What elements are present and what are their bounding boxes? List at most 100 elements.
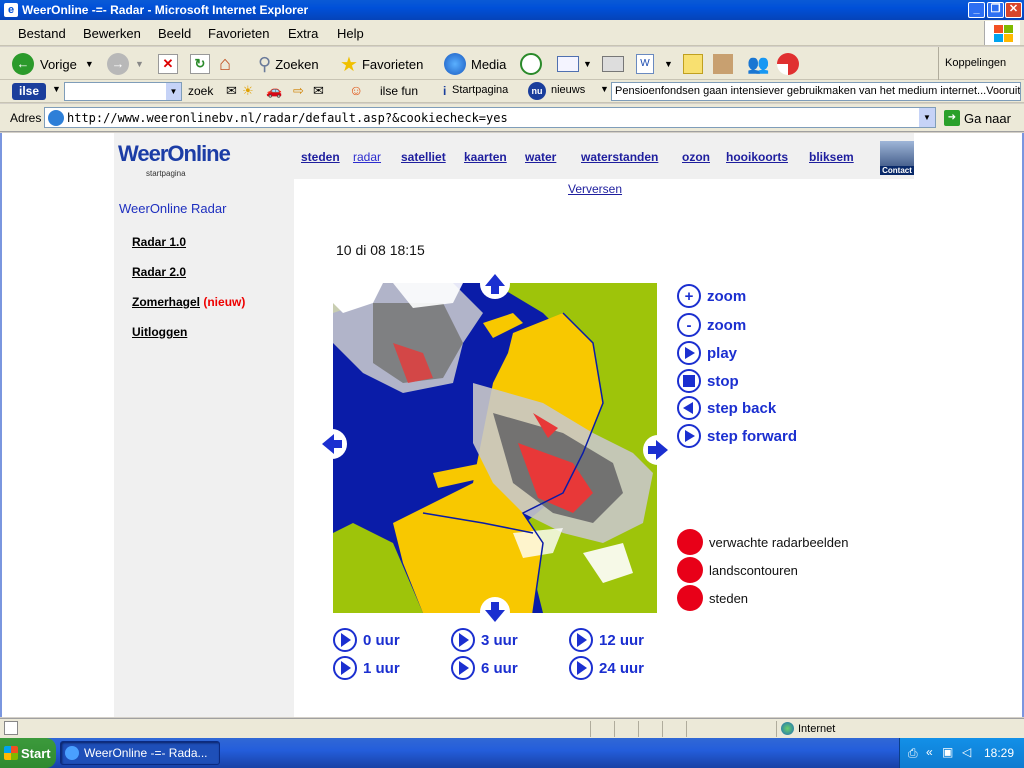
weeronline-page: WeerOnline startpagina WeerOnline Radar … [114, 133, 914, 717]
start-button[interactable]: Start [0, 738, 56, 768]
volume-icon[interactable]: ◁ [962, 745, 971, 759]
ilse-search-input[interactable]: ▼ [64, 82, 182, 101]
news-link[interactable]: nieuws [551, 84, 585, 96]
ilse-fun-link[interactable]: ilse fun [380, 84, 418, 98]
word-icon: W [636, 54, 654, 74]
nav-hooikoorts[interactable]: hooikoorts [726, 150, 788, 164]
home-button[interactable]: ⌂ [219, 51, 243, 77]
network-icon[interactable]: ▣ [942, 745, 953, 759]
taskbar-item-ie[interactable]: WeerOnline -=- Rada... [60, 741, 220, 765]
weeronline-logo[interactable]: WeerOnline startpagina [118, 141, 258, 181]
address-input[interactable]: http://www.weeronlinebv.nl/radar/default… [44, 107, 936, 128]
map-pan-down-button[interactable] [480, 597, 510, 627]
minimize-button[interactable]: _ [968, 2, 985, 18]
search-icon: ⚲ [258, 53, 272, 74]
links-toolbar[interactable]: Koppelingen [938, 47, 1024, 80]
nav-steden[interactable]: steden [301, 150, 340, 164]
extra-button[interactable] [777, 51, 799, 77]
play-icon [677, 341, 701, 365]
mail-button[interactable]: ▼ [557, 51, 592, 77]
stop-button[interactable]: ✕ [158, 51, 178, 77]
history-button[interactable] [520, 51, 542, 77]
map-pan-up-button[interactable] [480, 269, 510, 299]
nav-waterstanden[interactable]: waterstanden [581, 150, 658, 164]
sidebar-item-radar-2[interactable]: Radar 2.0 [132, 265, 186, 279]
stop-animation-button[interactable]: stop [677, 369, 739, 393]
favorites-button[interactable]: ★ Favorieten [340, 51, 423, 77]
play-button[interactable]: play [677, 341, 737, 365]
startpagina-link[interactable]: Startpagina [452, 84, 508, 96]
menu-beeld[interactable]: Beeld [158, 26, 191, 41]
menu-bestand[interactable]: Bestand [18, 26, 66, 41]
toggle-cities[interactable]: steden [677, 585, 748, 611]
radar-map[interactable] [333, 283, 657, 613]
menu-extra[interactable]: Extra [288, 26, 318, 41]
step-forward-button[interactable]: step forward [677, 424, 797, 448]
chevron-left-icon[interactable]: « [926, 745, 933, 759]
ilse-logo[interactable]: ilse [12, 83, 46, 100]
maximize-button[interactable]: ❐ [987, 2, 1004, 18]
hour-3-button[interactable]: 3 uur [451, 628, 518, 652]
zoom-in-button[interactable]: + zoom [677, 284, 746, 308]
media-button[interactable]: Media [444, 51, 506, 77]
hour-6-button[interactable]: 6 uur [451, 656, 518, 680]
hour-1-button[interactable]: 1 uur [333, 656, 400, 680]
forward-arrow-icon: → [107, 53, 129, 75]
envelope-icon[interactable]: ✉ [313, 83, 324, 99]
chevron-down-icon[interactable]: ▼ [600, 84, 609, 94]
messenger-button[interactable]: 👥 [747, 51, 769, 77]
go-button[interactable]: ➜ Ga naar [944, 110, 1011, 126]
toggle-country-outlines[interactable]: landscontouren [677, 557, 798, 583]
nav-radar[interactable]: radar [353, 150, 381, 164]
zoom-out-button[interactable]: - zoom [677, 313, 746, 337]
sidebar-item-uitloggen[interactable]: Uitloggen [132, 325, 187, 339]
step-back-button[interactable]: step back [677, 396, 776, 420]
refresh-button[interactable]: ↻ [190, 51, 210, 77]
red-dot-icon [677, 585, 703, 611]
nav-bliksem[interactable]: bliksem [809, 150, 854, 164]
weather-icon[interactable]: ☀ [242, 83, 254, 99]
nav-kaarten[interactable]: kaarten [464, 150, 507, 164]
search-button[interactable]: ⚲ Zoeken [258, 51, 319, 77]
hour-0-button[interactable]: 0 uur [333, 628, 400, 652]
nav-ozon[interactable]: ozon [682, 150, 710, 164]
map-pan-left-button[interactable] [317, 429, 347, 459]
forward-button[interactable]: → ▼ [107, 51, 144, 77]
hour-24-button[interactable]: 24 uur [569, 656, 644, 680]
discuss-button[interactable] [683, 51, 703, 77]
nav-satelliet[interactable]: satelliet [401, 150, 446, 164]
hour-12-button[interactable]: 12 uur [569, 628, 644, 652]
media-label: Media [471, 56, 507, 72]
ilse-search-button[interactable]: zoek [188, 84, 213, 98]
refresh-link[interactable]: Verversen [568, 182, 622, 196]
red-dot-icon [677, 557, 703, 583]
print-button[interactable] [602, 51, 624, 77]
zoom-in-label: zoom [707, 287, 747, 305]
contact-button[interactable]: Contact [880, 141, 914, 175]
step-forward-icon [677, 424, 701, 448]
sidebar-item-radar-1[interactable]: Radar 1.0 [132, 235, 186, 249]
arrow-icon[interactable]: ⇨ [293, 83, 304, 99]
sidebar-item-zomerhagel[interactable]: Zomerhagel [132, 295, 200, 309]
chevron-down-icon[interactable]: ▼ [166, 83, 181, 100]
window-title-bar: e WeerOnline -=- Radar - Microsoft Inter… [0, 0, 1024, 20]
mail-icon[interactable]: ✉ [226, 83, 237, 99]
menu-help[interactable]: Help [337, 26, 364, 41]
back-button[interactable]: ← Vorige ▼ [12, 51, 94, 77]
map-pan-right-button[interactable] [643, 435, 673, 465]
chevron-down-icon[interactable]: ▼ [919, 108, 935, 127]
menu-favorieten[interactable]: Favorieten [208, 26, 269, 41]
edit-button[interactable]: W ▼ [636, 51, 673, 77]
chevron-down-icon[interactable]: ▼ [52, 84, 61, 94]
close-button[interactable]: ✕ [1005, 2, 1022, 18]
news-ticker[interactable]: Pensioenfondsen gaan intensiever gebruik… [611, 82, 1021, 101]
toggle-forecast-images[interactable]: verwachte radarbeelden [677, 529, 848, 555]
menu-bewerken[interactable]: Bewerken [83, 26, 141, 41]
security-zone[interactable]: Internet [781, 722, 835, 735]
research-button[interactable] [713, 51, 733, 77]
status-bar: Internet [0, 718, 1024, 738]
car-icon[interactable]: 🚗 [266, 83, 282, 99]
hour-label: 6 uur [481, 659, 518, 677]
nav-water[interactable]: water [525, 150, 556, 164]
printer-tray-icon[interactable]: ⎙ [908, 746, 918, 761]
